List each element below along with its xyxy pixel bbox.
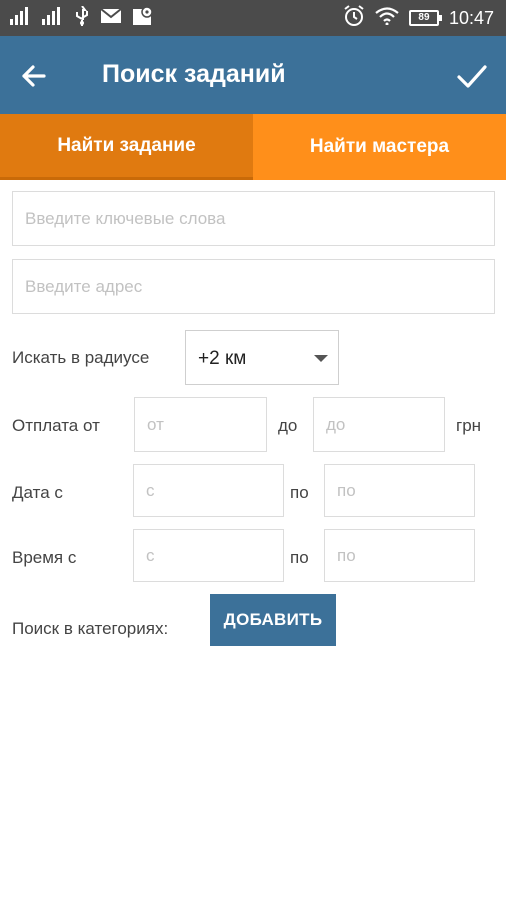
back-arrow-icon[interactable] bbox=[16, 58, 52, 94]
time-to-input[interactable] bbox=[324, 529, 475, 582]
status-icons-left bbox=[10, 4, 154, 31]
tab-find-master[interactable]: Найти мастера bbox=[253, 114, 506, 180]
currency-label: грн bbox=[456, 416, 482, 435]
tab-find-task[interactable]: Найти задание bbox=[0, 114, 253, 180]
clock: 10:47 bbox=[448, 7, 494, 28]
payment-to-label: до bbox=[278, 416, 298, 435]
page-title: Поиск заданий bbox=[102, 60, 286, 88]
dropdown-arrow-icon bbox=[314, 355, 328, 362]
radius-label: Искать в радиусе bbox=[12, 348, 150, 367]
signal-icon bbox=[42, 6, 64, 30]
tab-find-task-label: Найти задание bbox=[57, 134, 196, 156]
wifi-icon bbox=[375, 6, 399, 30]
add-category-button-label: ДОБАВИТЬ bbox=[223, 610, 323, 629]
time-label: Время с bbox=[12, 548, 77, 567]
check-icon[interactable] bbox=[454, 58, 490, 94]
usb-icon bbox=[74, 4, 90, 31]
date-to-input[interactable] bbox=[324, 464, 475, 517]
status-bar: 89 10:47 bbox=[0, 0, 506, 36]
payment-to-input[interactable] bbox=[313, 397, 445, 452]
time-to-label: по bbox=[290, 548, 309, 567]
add-category-button[interactable]: ДОБАВИТЬ bbox=[210, 594, 336, 646]
keywords-input[interactable] bbox=[12, 191, 495, 246]
mail-icon bbox=[100, 7, 122, 29]
tab-find-master-label: Найти мастера bbox=[309, 136, 450, 157]
date-from-input[interactable] bbox=[133, 464, 284, 517]
tab-bar: Найти задание Найти мастера bbox=[0, 114, 506, 180]
address-input[interactable] bbox=[12, 259, 495, 314]
app-bar: Поиск заданий bbox=[0, 36, 506, 114]
radius-select[interactable]: +2 км bbox=[185, 330, 339, 385]
payment-from-input[interactable] bbox=[134, 397, 267, 452]
battery-icon: 89 bbox=[408, 10, 442, 26]
category-label: Поиск в категориях: bbox=[12, 619, 169, 638]
signal-icon bbox=[10, 6, 32, 30]
status-icons-right: 89 10:47 bbox=[343, 4, 494, 32]
date-label: Дата с bbox=[12, 483, 63, 502]
time-from-input[interactable] bbox=[133, 529, 284, 582]
map-icon bbox=[132, 5, 154, 31]
radius-value: +2 км bbox=[198, 348, 247, 369]
alarm-icon bbox=[343, 4, 365, 32]
payment-label: Отплата от bbox=[12, 416, 100, 435]
date-to-label: по bbox=[290, 483, 309, 502]
